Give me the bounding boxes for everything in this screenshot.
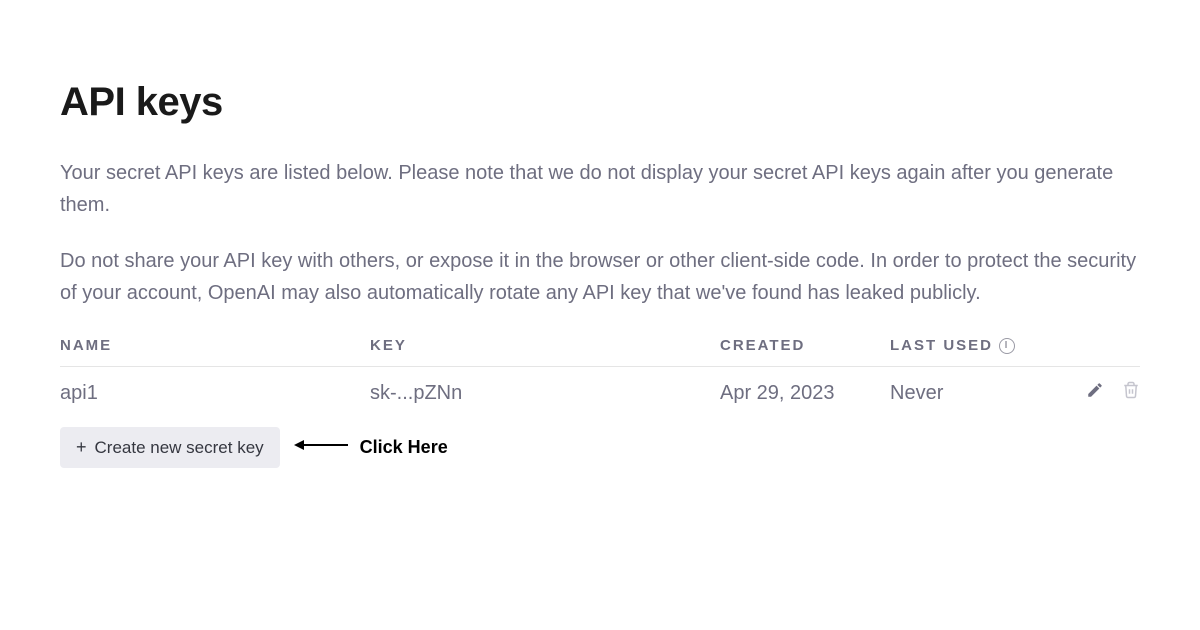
cell-created: Apr 29, 2023 <box>720 382 890 405</box>
create-button-label: Create new secret key <box>95 438 264 458</box>
edit-icon[interactable] <box>1086 381 1104 405</box>
cell-last-used: Never <box>890 382 1070 405</box>
table-row: api1 sk-...pZNn Apr 29, 2023 Never <box>60 367 1140 419</box>
plus-icon: + <box>76 437 87 458</box>
annotation: Click Here <box>294 437 448 458</box>
delete-icon[interactable] <box>1122 381 1140 405</box>
header-last-used-label: LAST USED <box>890 337 993 354</box>
cell-name: api1 <box>60 382 370 405</box>
arrow-left-icon <box>294 437 350 458</box>
create-secret-key-button[interactable]: + Create new secret key <box>60 427 280 468</box>
header-created: CREATED <box>720 337 890 354</box>
info-icon[interactable]: i <box>999 338 1015 354</box>
description-paragraph-2: Do not share your API key with others, o… <box>60 245 1140 309</box>
annotation-text: Click Here <box>360 437 448 458</box>
create-row: + Create new secret key Click Here <box>60 427 1140 468</box>
cell-key: sk-...pZNn <box>370 382 720 405</box>
description-paragraph-1: Your secret API keys are listed below. P… <box>60 157 1140 221</box>
header-last-used: LAST USED i <box>890 337 1070 354</box>
header-name: NAME <box>60 337 370 354</box>
header-key: KEY <box>370 337 720 354</box>
table-header: NAME KEY CREATED LAST USED i <box>60 337 1140 367</box>
api-keys-table: NAME KEY CREATED LAST USED i api1 sk-...… <box>60 337 1140 419</box>
page-title: API keys <box>60 80 1140 125</box>
